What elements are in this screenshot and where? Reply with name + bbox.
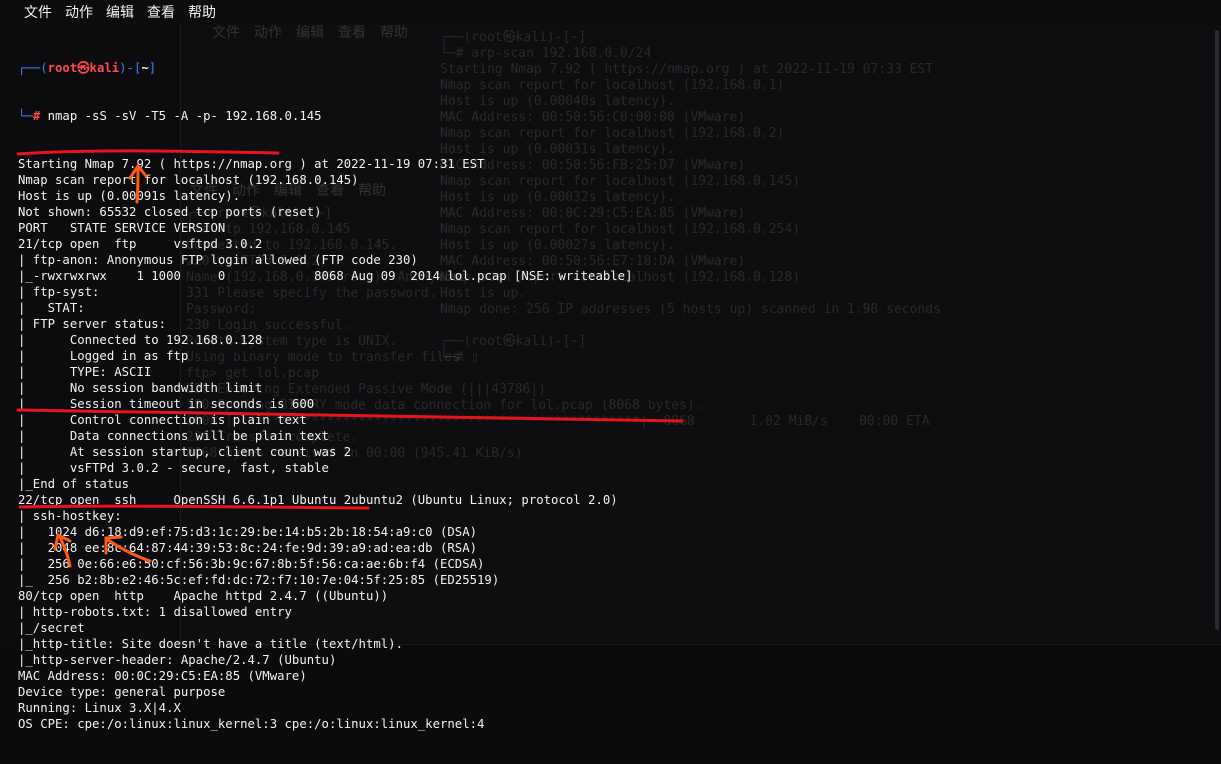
output-line: | STAT:: [18, 301, 93, 315]
output-line: OS CPE: cpe:/o:linux:linux_kernel:3 cpe:…: [18, 717, 485, 731]
output-line: Not shown: 65532 closed tcp ports (reset…: [18, 205, 322, 219]
output-line: |_End of status: [18, 477, 130, 491]
output-line: Host is up (0.00091s latency).: [18, 189, 241, 203]
prompt-line: ┌──(root㉿kali)-[~]: [18, 60, 632, 76]
output-line: Device type: general purpose: [18, 685, 226, 699]
output-line: | 256 0e:66:e6:50:cf:56:3b:9c:67:8b:5f:5…: [18, 557, 485, 571]
prompt-corner-top: ┌──(: [18, 61, 48, 75]
output-line: | ftp-anon: Anonymous FTP login allowed …: [18, 253, 418, 267]
output-line: Starting Nmap 7.92 ( https://nmap.org ) …: [18, 157, 485, 171]
terminal-window[interactable]: 文件动作编辑查看帮助 文件动作编辑查看帮助 ┌──(root㉿kali)-[~]…: [0, 0, 1221, 731]
output-line: 22/tcp open ssh OpenSSH 6.6.1p1 Ubuntu 2…: [18, 493, 618, 507]
output-line: | 1024 d6:18:d9:ef:75:d3:1c:29:be:14:b5:…: [18, 525, 478, 539]
output-line: | FTP server status:: [18, 317, 167, 331]
output-line: Nmap scan report for localhost (192.168.…: [18, 173, 359, 187]
output-line: |_http-title: Site doesn't have a title …: [18, 637, 403, 651]
output-line: | Session timeout in seconds is 600: [18, 397, 315, 411]
command-line: └─# nmap -sS -sV -T5 -A -p- 192.168.0.14…: [18, 108, 632, 124]
menu-file[interactable]: 文件: [24, 2, 52, 22]
output-line: | TYPE: ASCII: [18, 365, 152, 379]
output-line: 80/tcp open http Apache httpd 2.4.7 ((Ub…: [18, 589, 389, 603]
output-line: |_http-server-header: Apache/2.4.7 (Ubun…: [18, 653, 337, 667]
menu-edit[interactable]: 编辑: [106, 2, 134, 22]
prompt-corner-bottom: └─: [18, 109, 33, 123]
output-line: | 2048 ee:8c:64:87:44:39:53:8c:24:fe:9d:…: [18, 541, 478, 555]
command-text: nmap -sS -sV -T5 -A -p- 192.168.0.145: [40, 109, 322, 123]
menu-view[interactable]: 查看: [147, 2, 175, 22]
output-line: MAC Address: 00:0C:29:C5:EA:85 (VMware): [18, 669, 307, 683]
menu-bar: 文件 动作 编辑 查看 帮助: [0, 0, 1221, 24]
output-line: | Connected to 192.168.0.128: [18, 333, 263, 347]
output-line: Running: Linux 3.X|4.X: [18, 701, 181, 715]
output-line: | vsFTPd 3.0.2 - secure, fast, stable: [18, 461, 329, 475]
output-line: |_-rwxrwxrwx 1 1000 0 8068 Aug 09 2014 l…: [18, 269, 633, 283]
terminal-output[interactable]: ┌──(root㉿kali)-[~] └─# nmap -sS -sV -T5 …: [18, 28, 632, 764]
prompt-sep: )-[: [119, 61, 142, 75]
output-line: | Logged in as ftp: [18, 349, 189, 363]
output-line: |_/secret: [18, 621, 85, 635]
output-line: | No session bandwidth limit: [18, 381, 263, 395]
output-line: | Control connection is plain text: [18, 413, 307, 427]
output-line: | At session startup, client count was 2: [18, 445, 352, 459]
scrollbar[interactable]: [1215, 30, 1219, 630]
output-line: | Data connections will be plain text: [18, 429, 329, 443]
prompt-close: ]: [148, 61, 157, 75]
menu-help[interactable]: 帮助: [188, 2, 216, 22]
output-line: | http-robots.txt: 1 disallowed entry: [18, 605, 300, 619]
menu-action[interactable]: 动作: [65, 2, 93, 22]
output-line: 21/tcp open ftp vsftpd 3.0.2: [18, 237, 263, 251]
output-line: | ftp-syst:: [18, 285, 107, 299]
prompt-user: root㉿kali: [47, 61, 120, 75]
output-line: |_ 256 b2:8b:e2:46:5c:ef:fd:dc:72:f7:10:…: [18, 573, 500, 587]
output-line: | ssh-hostkey:: [18, 509, 130, 523]
output-line: PORT STATE SERVICE VERSION: [18, 221, 226, 235]
prompt-dir: ~: [141, 61, 149, 75]
